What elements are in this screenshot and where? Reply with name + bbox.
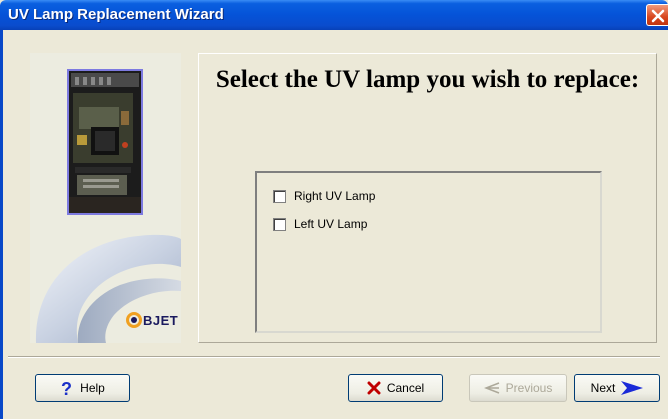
- right-uv-lamp-label: Right UV Lamp: [294, 189, 376, 203]
- cancel-label: Cancel: [386, 381, 425, 395]
- main-panel: Select the UV lamp you wish to replace: …: [198, 53, 657, 343]
- objet-logo-text: BJET: [143, 312, 179, 328]
- right-uv-lamp-option[interactable]: Right UV Lamp: [273, 189, 375, 203]
- footer-separator: [8, 356, 660, 358]
- close-icon: [651, 9, 665, 23]
- cancel-button[interactable]: Cancel: [348, 374, 443, 402]
- left-uv-lamp-label: Left UV Lamp: [294, 217, 368, 231]
- previous-label: Previous: [505, 381, 553, 395]
- next-arrow-icon: [621, 381, 644, 395]
- right-uv-lamp-checkbox[interactable]: [273, 189, 286, 203]
- printer-photo: [67, 69, 143, 215]
- next-label: Next: [590, 381, 616, 395]
- left-uv-lamp-option[interactable]: Left UV Lamp: [273, 217, 367, 231]
- close-button[interactable]: [646, 4, 668, 26]
- help-button[interactable]: ? Help: [35, 374, 130, 402]
- page-heading: Select the UV lamp you wish to replace:: [215, 66, 640, 93]
- objet-logo-icon: [126, 312, 142, 328]
- window-title: UV Lamp Replacement Wizard: [8, 6, 224, 23]
- next-button[interactable]: Next: [574, 374, 660, 402]
- cancel-x-icon: [367, 381, 381, 395]
- help-label: Help: [80, 381, 105, 395]
- previous-button[interactable]: Previous: [469, 374, 567, 402]
- side-panel: BJET: [30, 53, 181, 343]
- title-bar: UV Lamp Replacement Wizard: [0, 0, 668, 30]
- lamp-options-box: Right UV Lamp Left UV Lamp: [255, 171, 602, 333]
- left-uv-lamp-checkbox[interactable]: [273, 217, 286, 231]
- svg-text:?: ?: [61, 379, 72, 397]
- question-mark-icon: ?: [61, 379, 72, 397]
- back-arrow-icon: [483, 382, 499, 394]
- objet-logo: BJET: [126, 312, 178, 328]
